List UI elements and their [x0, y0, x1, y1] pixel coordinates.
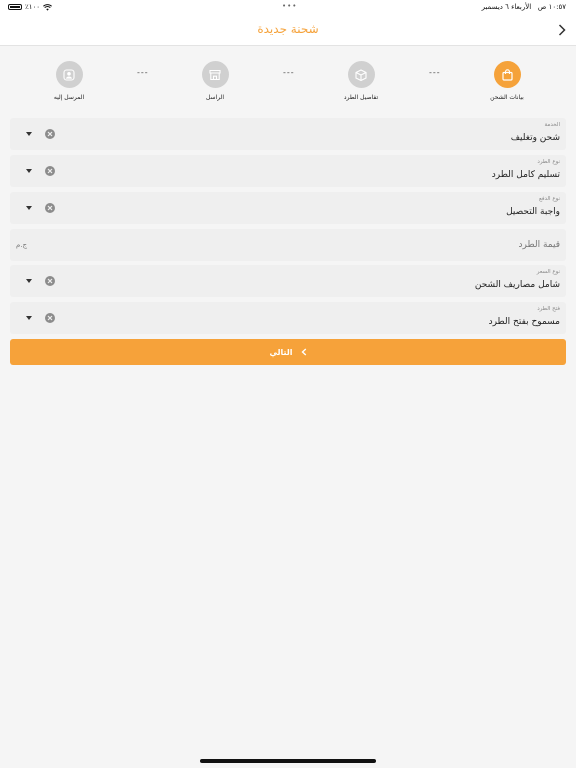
dropdown-arrow-icon[interactable] — [26, 132, 32, 136]
user-icon — [63, 68, 75, 81]
clear-icon[interactable] — [45, 166, 55, 176]
store-icon — [209, 69, 221, 80]
clear-icon[interactable] — [45, 129, 55, 139]
payment-type-select[interactable]: نوع الدفع واجبة التحصيل — [10, 192, 566, 224]
nav-bar: شحنة جديدة — [0, 14, 576, 46]
chevron-left-icon — [301, 348, 306, 356]
field-label: نوع السعر — [536, 269, 560, 275]
page-title: شحنة جديدة — [257, 22, 319, 36]
next-button-label: التالي — [269, 347, 293, 357]
multitasking-dots[interactable]: ••• — [282, 2, 297, 10]
field-label: فتح الطرد — [537, 306, 560, 312]
field-placeholder: قيمة الطرد — [518, 240, 560, 250]
dropdown-arrow-icon[interactable] — [26, 279, 32, 283]
battery-icon — [8, 4, 22, 10]
field-value: مسموح بفتح الطرد — [488, 317, 560, 327]
step-indicator: بيانات الشحن --- تفاصيل الطرد --- الراسل… — [0, 56, 576, 106]
step-label: بيانات الشحن — [490, 94, 524, 101]
field-label: نوع الطرد — [537, 159, 560, 165]
chevron-right-icon — [558, 24, 566, 36]
wifi-icon — [43, 3, 53, 11]
battery-percent: ٪١٠٠ — [25, 3, 41, 11]
step-separator: --- — [283, 68, 295, 77]
clear-icon[interactable] — [45, 203, 55, 213]
field-label: نوع الدفع — [538, 196, 560, 202]
step-label: الراسل — [205, 94, 225, 101]
step-parcel-details[interactable]: تفاصيل الطرد — [321, 61, 401, 101]
box-icon — [355, 68, 367, 81]
price-type-select[interactable]: نوع السعر شامل مصاريف الشحن — [10, 265, 566, 297]
status-indicators: ٪١٠٠ — [8, 3, 53, 11]
next-button[interactable]: التالي — [10, 339, 566, 365]
dropdown-arrow-icon[interactable] — [26, 206, 32, 210]
status-date: الأربعاء ٦ ديسمبر — [481, 3, 532, 11]
field-value: شحن وتغليف — [510, 133, 560, 143]
parcel-open-select[interactable]: فتح الطرد مسموح بفتح الطرد — [10, 302, 566, 334]
step-separator: --- — [429, 68, 441, 77]
field-value: واجبة التحصيل — [506, 207, 560, 217]
bag-icon — [501, 68, 513, 81]
dropdown-arrow-icon[interactable] — [26, 316, 32, 320]
step-recipient[interactable]: المرسل إليه — [29, 61, 109, 101]
dropdown-arrow-icon[interactable] — [26, 169, 32, 173]
step-separator: --- — [137, 68, 149, 77]
step-label: المرسل إليه — [53, 94, 85, 101]
parcel-type-select[interactable]: نوع الطرد تسليم كامل الطرد — [10, 155, 566, 187]
parcel-value-input[interactable]: قيمة الطرد ج.م — [10, 229, 566, 261]
step-sender[interactable]: الراسل — [175, 61, 255, 101]
home-indicator[interactable] — [200, 759, 376, 763]
clear-icon[interactable] — [45, 313, 55, 323]
clear-icon[interactable] — [45, 276, 55, 286]
currency-unit: ج.م — [16, 241, 28, 249]
status-bar: ١٠:٥٧ ص الأربعاء ٦ ديسمبر ••• ٪١٠٠ — [0, 0, 576, 14]
field-label: الخدمة — [544, 122, 560, 128]
step-label: تفاصيل الطرد — [343, 94, 379, 101]
back-button[interactable] — [554, 20, 570, 40]
field-value: تسليم كامل الطرد — [491, 170, 560, 180]
step-shipping-data[interactable]: بيانات الشحن — [467, 61, 547, 101]
service-select[interactable]: الخدمة شحن وتغليف — [10, 118, 566, 150]
field-value: شامل مصاريف الشحن — [474, 280, 560, 290]
status-time: ١٠:٥٧ ص الأربعاء ٦ ديسمبر — [482, 3, 566, 11]
status-clock: ١٠:٥٧ ص — [537, 3, 566, 11]
